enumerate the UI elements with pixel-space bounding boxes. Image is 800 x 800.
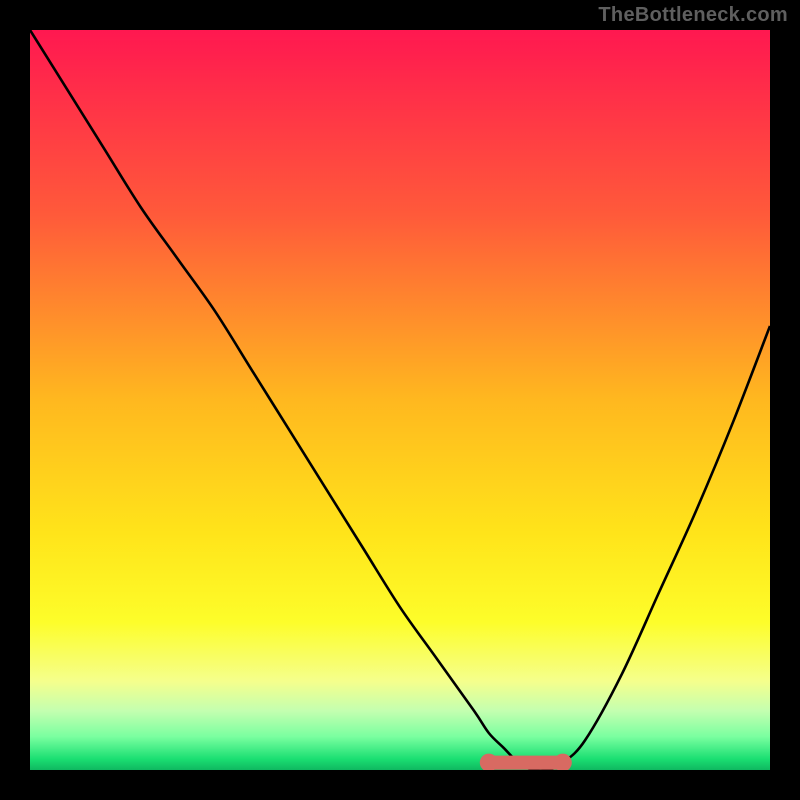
plot-area bbox=[30, 30, 770, 770]
chart-stage: TheBottleneck.com bbox=[0, 0, 800, 800]
optimal-zone-marker bbox=[480, 754, 572, 770]
gradient-background bbox=[30, 30, 770, 770]
plot-svg bbox=[30, 30, 770, 770]
watermark-text: TheBottleneck.com bbox=[598, 4, 788, 27]
